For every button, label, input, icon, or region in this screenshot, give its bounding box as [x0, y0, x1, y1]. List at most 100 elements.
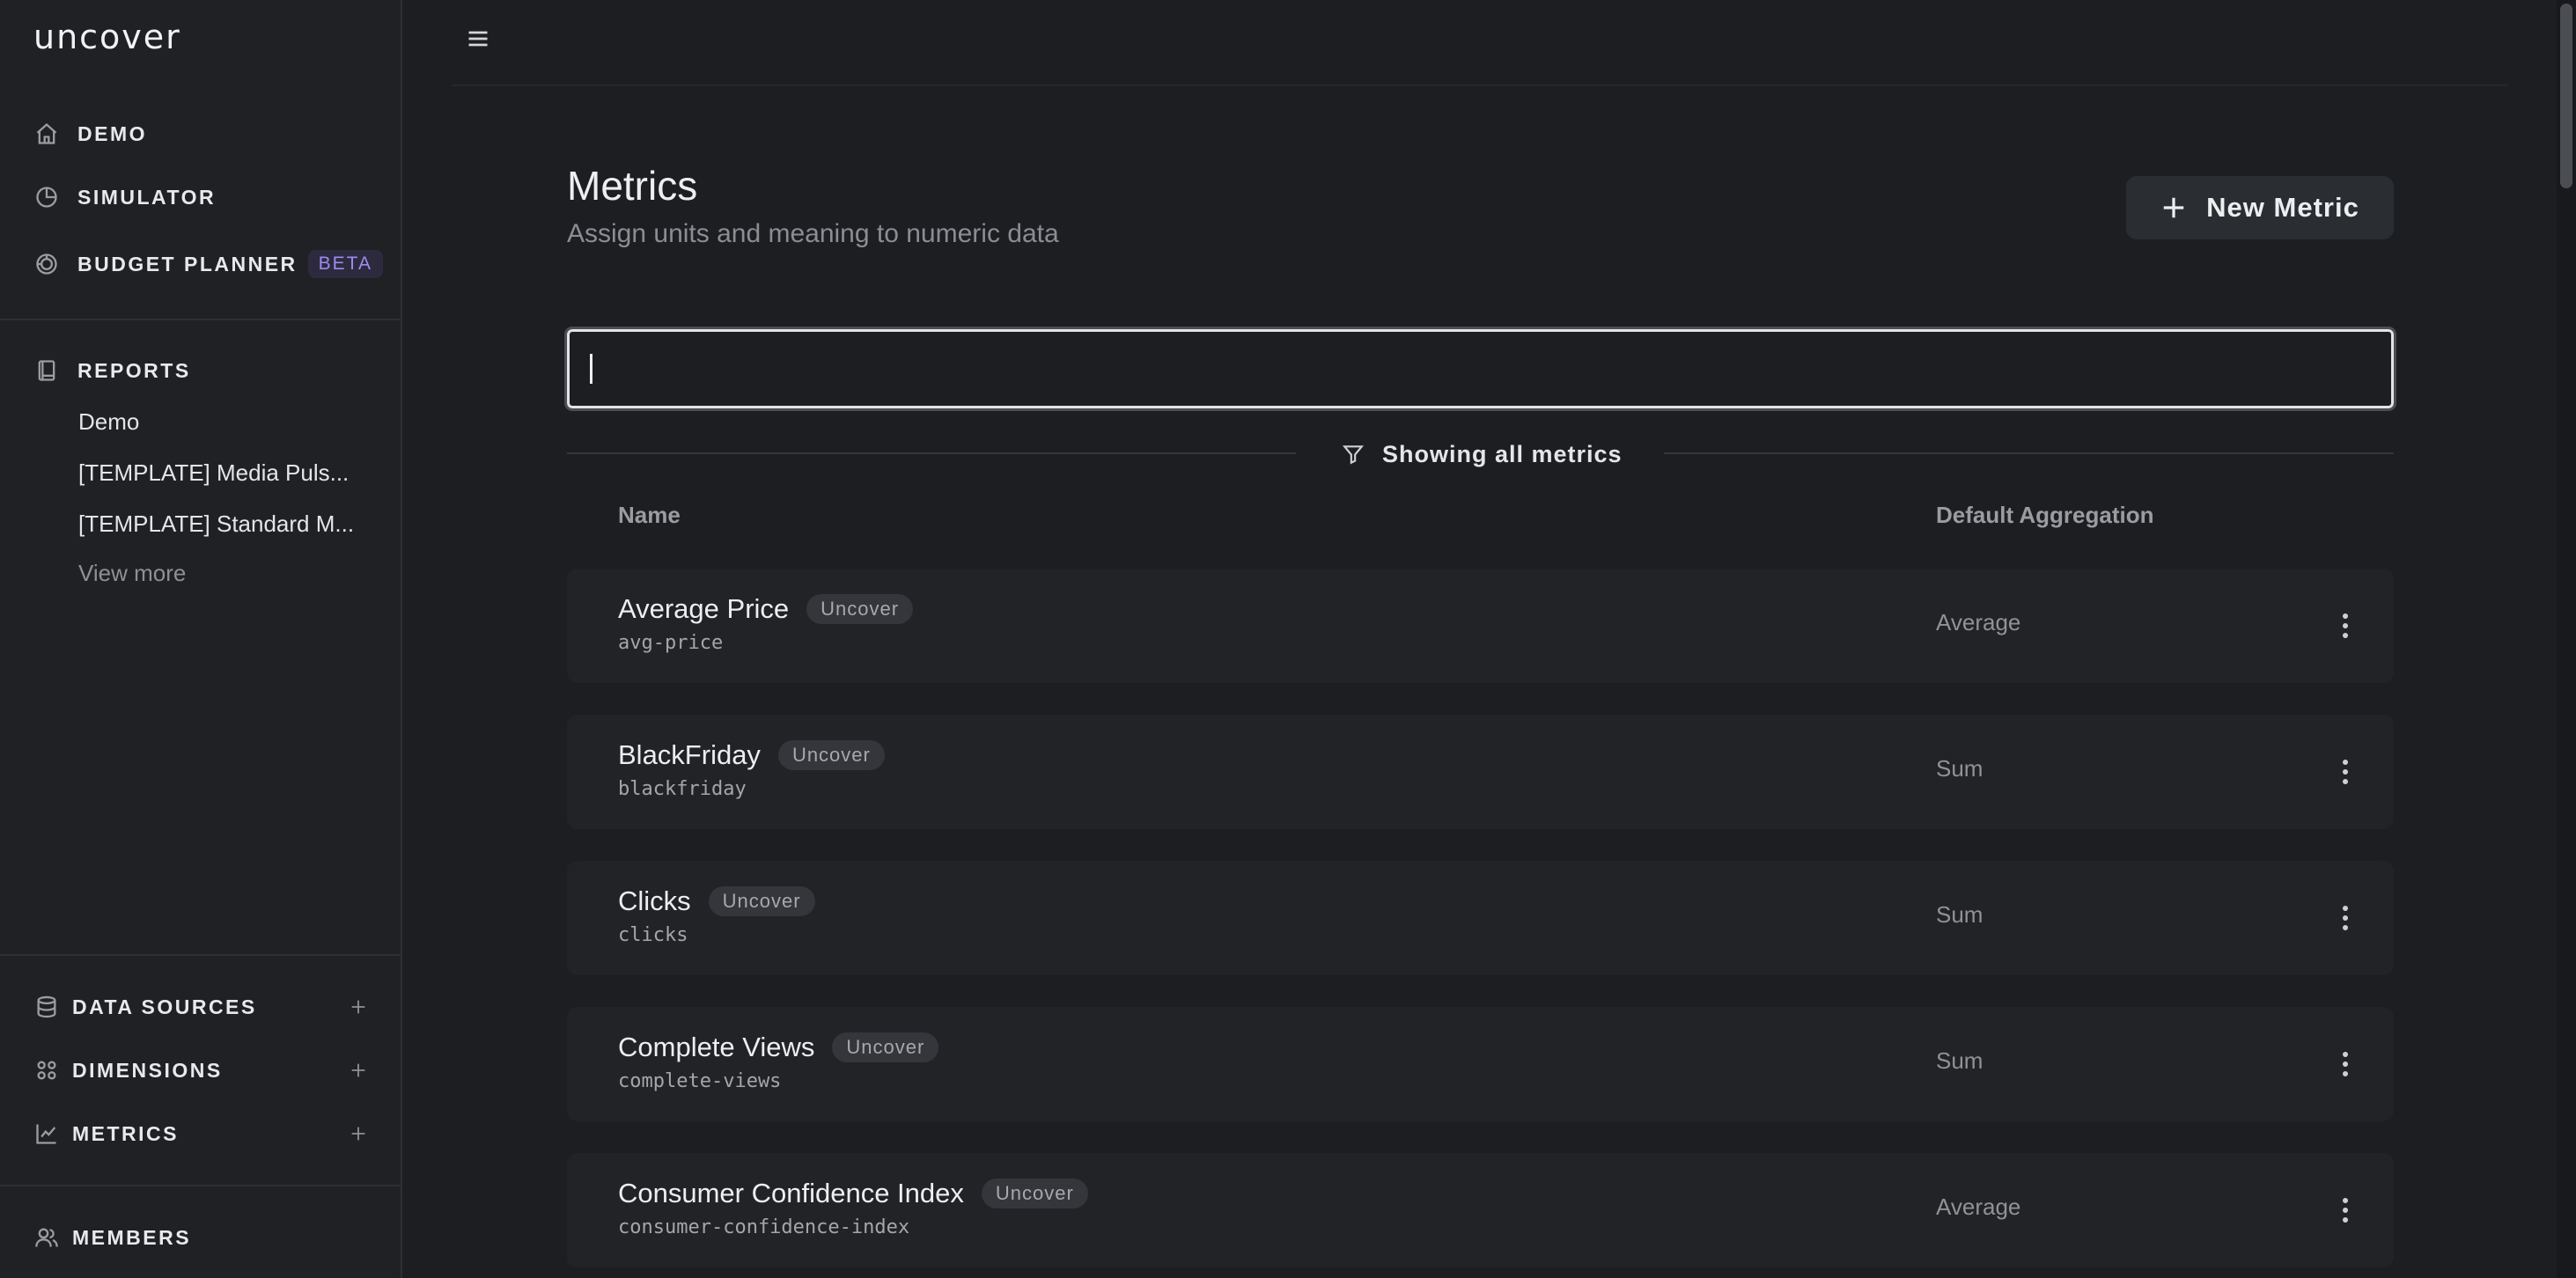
- topbar-divider: [452, 84, 2507, 86]
- budget-icon: [33, 251, 60, 277]
- kebab-menu-icon: [2343, 1198, 2348, 1223]
- source-badge: Uncover: [708, 886, 815, 916]
- sidebar-item-label: DEMO: [77, 121, 147, 145]
- filter-divider-right: [1664, 452, 2394, 454]
- column-header-aggregation[interactable]: Default Aggregation: [1936, 502, 2153, 529]
- sidebar-item-members[interactable]: MEMBERS: [33, 1220, 191, 1255]
- hamburger-menu-button[interactable]: [462, 23, 494, 55]
- sidebar-item-data-sources[interactable]: DATA SOURCES: [33, 989, 257, 1025]
- menu-icon: [468, 31, 488, 47]
- line-chart-icon: [33, 1120, 60, 1147]
- metric-slug: avg-price: [618, 632, 724, 654]
- scrollbar-track[interactable]: [2557, 0, 2576, 1278]
- sidebar-item-dimensions[interactable]: DIMENSIONS: [33, 1053, 223, 1088]
- sidebar-item-label: DIMENSIONS: [72, 1058, 223, 1082]
- filter-icon: [1342, 445, 1365, 465]
- text-caret: [590, 354, 592, 384]
- kebab-menu-icon: [2343, 760, 2348, 784]
- scrollbar-thumb[interactable]: [2560, 4, 2572, 188]
- report-link-media-pulse[interactable]: [TEMPLATE] Media Puls...: [78, 459, 369, 487]
- plus-icon: [351, 1063, 365, 1077]
- column-header-name[interactable]: Name: [618, 502, 681, 529]
- metric-name-cell: Complete Views Uncover: [618, 1032, 939, 1063]
- row-actions-button[interactable]: [2328, 896, 2363, 940]
- row-actions-button[interactable]: [2328, 1188, 2363, 1232]
- row-actions-button[interactable]: [2328, 604, 2363, 648]
- report-link-standard[interactable]: [TEMPLATE] Standard M...: [78, 510, 369, 538]
- filter-label: Showing all metrics: [1382, 440, 1623, 467]
- sidebar-divider: [0, 954, 401, 956]
- dimensions-icon: [33, 1057, 60, 1083]
- sidebar-item-budget-planner[interactable]: BUDGET PLANNER BETA: [33, 246, 383, 282]
- plus-icon: [351, 1127, 365, 1141]
- beta-badge: BETA: [307, 250, 383, 278]
- metric-aggregation: Sum: [1936, 755, 1984, 782]
- metric-name: Average Price: [618, 593, 790, 624]
- metric-name-cell: BlackFriday Uncover: [618, 739, 885, 771]
- filter-toggle[interactable]: Showing all metrics: [1342, 437, 1623, 472]
- sidebar-item-label: BUDGET PLANNER: [77, 252, 298, 275]
- metric-name: Clicks: [618, 885, 691, 916]
- database-icon: [33, 994, 60, 1020]
- metric-aggregation: Sum: [1936, 1047, 1984, 1074]
- users-icon: [33, 1224, 60, 1251]
- metric-name-cell: Average Price Uncover: [618, 593, 914, 625]
- page-subtitle: Assign units and meaning to numeric data: [567, 219, 1059, 248]
- row-actions-button[interactable]: [2328, 1042, 2363, 1086]
- home-icon: [33, 121, 60, 147]
- plus-icon: [351, 1000, 365, 1014]
- source-badge: Uncover: [777, 740, 885, 770]
- pie-chart-icon: [33, 184, 60, 210]
- source-badge: Uncover: [806, 594, 914, 624]
- new-metric-button[interactable]: New Metric: [2126, 176, 2394, 239]
- source-badge: Uncover: [832, 1032, 939, 1062]
- sidebar-item-label: SIMULATOR: [77, 185, 217, 209]
- metric-name: BlackFriday: [618, 739, 761, 770]
- plus-icon: [2163, 197, 2184, 218]
- page-title: Metrics: [567, 163, 698, 209]
- sidebar-item-metrics[interactable]: METRICS: [33, 1116, 179, 1151]
- sidebar-divider: [0, 319, 401, 320]
- sidebar-item-label: METRICS: [72, 1121, 179, 1145]
- metric-slug: blackfriday: [618, 778, 747, 800]
- app-root: uncover DEMO SIMULATOR BUDGET PLANNER BE…: [0, 0, 2576, 1278]
- kebab-menu-icon: [2343, 1052, 2348, 1076]
- metric-name-cell: Clicks Uncover: [618, 885, 815, 917]
- metric-slug: consumer-confidence-index: [618, 1216, 910, 1238]
- metric-name: Complete Views: [618, 1032, 815, 1062]
- search-input[interactable]: [564, 327, 2396, 411]
- table-row[interactable]: Complete Views Uncover complete-views Su…: [567, 1007, 2394, 1121]
- sidebar-item-label: REPORTS: [77, 358, 191, 382]
- filter-divider-left: [567, 452, 1296, 454]
- sidebar-divider: [0, 1185, 401, 1186]
- row-actions-button[interactable]: [2328, 750, 2363, 794]
- sidebar-item-demo[interactable]: DEMO: [33, 116, 147, 151]
- sidebar: uncover DEMO SIMULATOR BUDGET PLANNER BE…: [0, 0, 402, 1278]
- metric-aggregation: Average: [1936, 1194, 2021, 1220]
- book-icon: [33, 357, 60, 384]
- add-dimension-button[interactable]: [345, 1057, 372, 1083]
- kebab-menu-icon: [2343, 906, 2348, 930]
- new-metric-label: New Metric: [2206, 192, 2359, 223]
- kebab-menu-icon: [2343, 613, 2348, 638]
- table-row[interactable]: BlackFriday Uncover blackfriday Sum: [567, 715, 2394, 829]
- metric-aggregation: Average: [1936, 609, 2021, 635]
- metric-aggregation: Sum: [1936, 901, 1984, 928]
- app-logo[interactable]: uncover: [33, 18, 181, 56]
- metric-slug: complete-views: [618, 1070, 782, 1092]
- view-more-link[interactable]: View more: [78, 560, 369, 587]
- table-row[interactable]: Average Price Uncover avg-price Average: [567, 569, 2394, 683]
- metric-slug: clicks: [618, 924, 688, 946]
- table-row[interactable]: Clicks Uncover clicks Sum: [567, 861, 2394, 975]
- sidebar-item-reports[interactable]: REPORTS: [33, 353, 191, 388]
- table-row[interactable]: Consumer Confidence Index Uncover consum…: [567, 1153, 2394, 1267]
- sidebar-item-simulator[interactable]: SIMULATOR: [33, 180, 216, 215]
- add-metric-sidebar-button[interactable]: [345, 1120, 372, 1147]
- sidebar-item-label: MEMBERS: [72, 1225, 192, 1249]
- add-data-source-button[interactable]: [345, 994, 372, 1020]
- report-link-demo[interactable]: Demo: [78, 408, 369, 436]
- source-badge: Uncover: [981, 1179, 1088, 1208]
- metric-name: Consumer Confidence Index: [618, 1178, 964, 1208]
- sidebar-item-label: DATA SOURCES: [72, 995, 257, 1018]
- metric-name-cell: Consumer Confidence Index Uncover: [618, 1178, 1088, 1209]
